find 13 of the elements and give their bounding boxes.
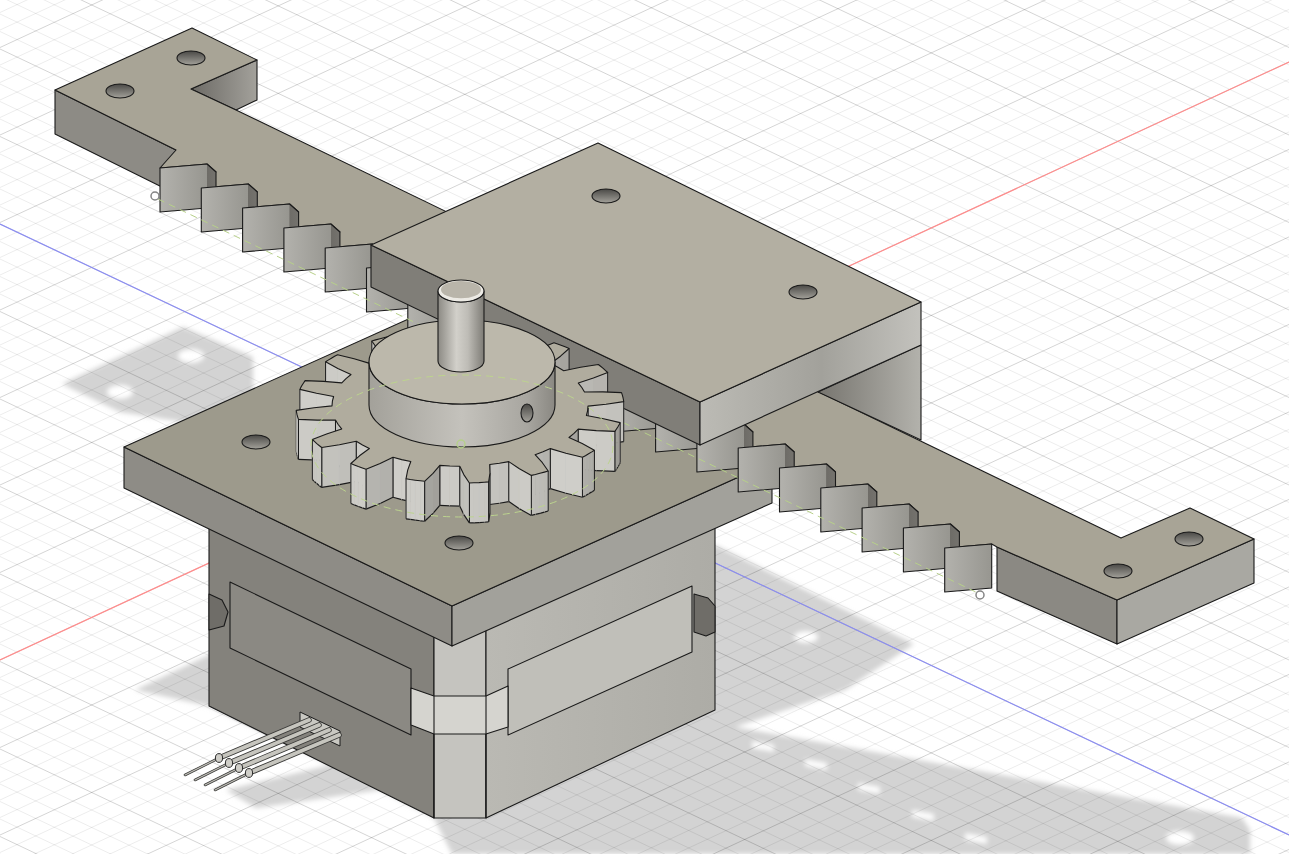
mounting-hole <box>788 284 818 300</box>
ring-icon <box>975 590 985 600</box>
rack-tooth <box>944 543 993 593</box>
mounting-hole <box>176 50 206 66</box>
mounting-hole <box>105 83 135 99</box>
ring-icon <box>150 191 160 201</box>
mounting-hole <box>591 188 621 204</box>
screw-hole <box>520 403 534 423</box>
mounting-hole <box>1174 531 1204 547</box>
mounting-hole <box>444 535 474 551</box>
mounting-hole <box>1103 563 1133 579</box>
ring-icon <box>456 439 466 449</box>
mounting-hole <box>241 434 271 450</box>
